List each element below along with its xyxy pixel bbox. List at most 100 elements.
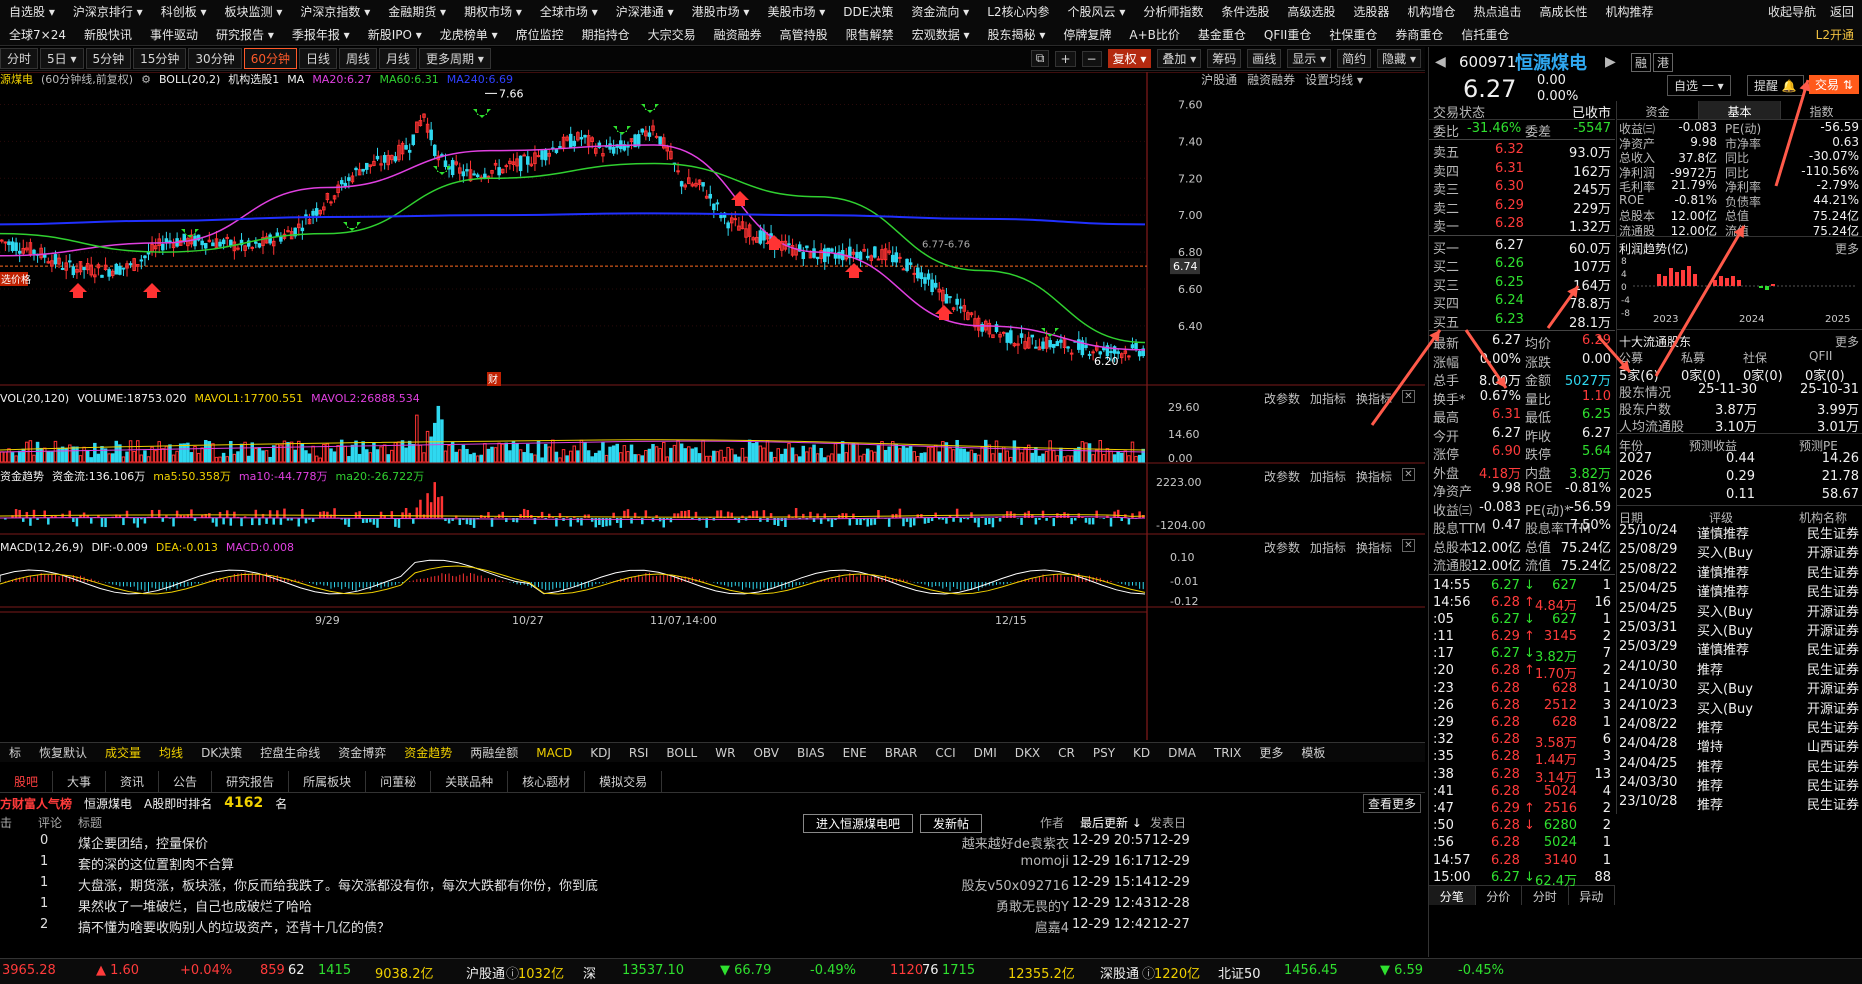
l2-open-button[interactable]: L2开通	[1816, 26, 1854, 43]
rating-row[interactable]: 25/10/24 谨慎推荐 民生证券	[1617, 523, 1862, 542]
menu-item[interactable]: 金融期货 ▾	[379, 3, 455, 20]
buy-level[interactable]: 买三 6.25 164万	[1429, 274, 1615, 294]
menu-item[interactable]: 高成长性	[1530, 3, 1596, 20]
macd-switch-indicator[interactable]: 换指标	[1356, 539, 1392, 556]
margin-link[interactable]: 融资融券	[1247, 71, 1295, 88]
menu-item[interactable]: 席位监控	[507, 26, 573, 43]
news-tab[interactable]: 核心题材	[508, 771, 586, 792]
menu-item[interactable]: 机构增仓	[1398, 3, 1464, 20]
vol-close-icon[interactable]: ✕	[1402, 390, 1415, 403]
rating-row[interactable]: 25/03/31 买入(Buy 开源证券	[1617, 620, 1862, 639]
buy-level[interactable]: 买二 6.26 107万	[1429, 255, 1615, 275]
view-more-button[interactable]: 查看更多	[1362, 793, 1421, 813]
fund-switch-indicator[interactable]: 换指标	[1356, 468, 1392, 485]
menu-item[interactable]: 全球市场 ▾	[531, 3, 607, 20]
news-row[interactable]: 1 套的深的这位置割肉不合算 momoji 12-29 16:17 12-29	[0, 852, 1425, 873]
menu-item[interactable]: 选股器	[1344, 3, 1398, 20]
news-tab[interactable]: 大事	[53, 771, 107, 792]
chart-tool-button[interactable]: 隐藏 ▾	[1377, 49, 1421, 68]
indicator-tab[interactable]: DK决策	[192, 744, 251, 761]
holders-more-link[interactable]: 更多	[1835, 333, 1859, 350]
sell-level[interactable]: 卖二 6.29 229万	[1429, 197, 1615, 217]
news-tab[interactable]: 研究报告	[212, 771, 290, 792]
watchlist-button[interactable]: 自选 一 ▾	[1667, 75, 1731, 96]
indicator-tab[interactable]: RSI	[620, 746, 658, 760]
buy-level[interactable]: 买五 6.23 28.1万	[1429, 311, 1615, 331]
news-row[interactable]: 2 搞不懂为啥要收购别人的垃圾资产，还背十几亿的债？ 扈嘉4 12-29 12:42 1…	[0, 915, 1425, 936]
chart-tool-button[interactable]: 叠加 ▾	[1157, 49, 1202, 68]
news-tab[interactable]: 问董秘	[366, 771, 432, 792]
menu-item[interactable]: 基金重仓	[1189, 26, 1255, 43]
fund-edit-params[interactable]: 改参数	[1264, 468, 1300, 485]
indicator-tab[interactable]: BRAR	[876, 746, 927, 760]
indicator-tab[interactable]: CR	[1049, 746, 1084, 760]
settings-icon[interactable]: ⚙	[141, 73, 151, 86]
hgt-link[interactable]: 沪股通	[1201, 71, 1237, 88]
period-tab[interactable]: 30分钟	[188, 48, 242, 69]
menu-item[interactable]: 信托重仓	[1452, 26, 1518, 43]
menu-item[interactable]: 条件选股	[1212, 3, 1278, 20]
period-tab[interactable]: 更多周期 ▾	[419, 48, 491, 69]
menu-item[interactable]: 港股市场 ▾	[683, 3, 759, 20]
rating-row[interactable]: 25/04/25 谨慎推荐 民生证券	[1617, 581, 1862, 600]
indicator-tab[interactable]: DKX	[1006, 746, 1049, 760]
rating-row[interactable]: 24/10/23 买入(Buy 开源证券	[1617, 698, 1862, 717]
fundamentals-tab[interactable]: 基本	[1699, 101, 1781, 119]
fund-close-icon[interactable]: ✕	[1402, 468, 1415, 481]
window-icon[interactable]: ⧉	[1030, 50, 1050, 67]
menu-item[interactable]: 券商重仓	[1386, 26, 1452, 43]
chart-tool-button[interactable]: 画线	[1247, 49, 1282, 68]
menu-item[interactable]: 热点追击	[1464, 3, 1530, 20]
sell-level[interactable]: 卖一 6.28 1.32万	[1429, 215, 1615, 235]
collapse-nav-button[interactable]: 收起导航	[1768, 3, 1816, 20]
prev-stock-icon[interactable]: ◀	[1435, 54, 1446, 70]
menu-item[interactable]: 龙虎榜单 ▾	[431, 26, 507, 43]
fundamentals-tab[interactable]: 资金	[1617, 101, 1699, 119]
back-button[interactable]: 返回	[1830, 3, 1854, 20]
menu-item[interactable]: 高管持股	[771, 26, 837, 43]
period-tab[interactable]: 周线	[339, 48, 378, 69]
menu-item[interactable]: 资金流向 ▾	[902, 3, 978, 20]
indicator-tab[interactable]: KD	[1124, 746, 1159, 760]
zoom-out-icon[interactable]: −	[1081, 50, 1102, 67]
menu-item[interactable]: 股东揭秘 ▾	[979, 26, 1055, 43]
indicator-tab[interactable]: KDJ	[581, 746, 620, 760]
sell-level[interactable]: 卖三 6.30 245万	[1429, 178, 1615, 198]
menu-item[interactable]: 季报年报 ▾	[283, 26, 359, 43]
alert-button[interactable]: 提醒 🔔	[1747, 75, 1804, 96]
buy-level[interactable]: 买一 6.27 60.0万	[1429, 237, 1615, 257]
zoom-in-icon[interactable]: +	[1055, 50, 1076, 67]
news-tab[interactable]: 公告	[159, 771, 213, 792]
menu-item[interactable]: 社保重仓	[1320, 26, 1386, 43]
vol-edit-params[interactable]: 改参数	[1264, 390, 1300, 407]
indicator-tab[interactable]: 更多	[1250, 744, 1292, 761]
indicator-tab[interactable]: DMI	[965, 746, 1006, 760]
menu-item[interactable]: 自选股 ▾	[0, 3, 64, 20]
next-stock-icon[interactable]: ▶	[1605, 54, 1616, 70]
indicator-tab[interactable]: CCI	[926, 746, 964, 760]
rating-row[interactable]: 24/04/25 推荐 民生证券	[1617, 756, 1862, 775]
hk-badge[interactable]: 港	[1653, 52, 1674, 72]
rating-row[interactable]: 25/08/22 谨慎推荐 民生证券	[1617, 562, 1862, 581]
news-tab[interactable]: 所属板块	[289, 771, 367, 792]
news-tab[interactable]: 股吧	[0, 771, 54, 792]
menu-item[interactable]: 板块监测 ▾	[216, 3, 292, 20]
tick-tab[interactable]: 分时	[1522, 885, 1569, 905]
period-tab[interactable]: 15分钟	[133, 48, 187, 69]
menu-item[interactable]: L2核心内参	[978, 3, 1058, 20]
rating-row[interactable]: 24/04/28 增持 山西证券	[1617, 736, 1862, 755]
indicator-tab[interactable]: DMA	[1159, 746, 1205, 760]
indicator-tab[interactable]: 控盘生命线	[251, 744, 329, 761]
chart-tool-button[interactable]: 复权 ▾	[1107, 49, 1152, 68]
col-updated[interactable]: 最后更新 ↓	[1080, 814, 1142, 831]
rating-row[interactable]: 25/08/29 买入(Buy 开源证券	[1617, 542, 1862, 561]
menu-item[interactable]: 大宗交易	[639, 26, 705, 43]
menu-item[interactable]: A+B比价	[1120, 26, 1189, 43]
menu-item[interactable]: 美股市场 ▾	[758, 3, 834, 20]
indicator-tab[interactable]: 均线	[150, 744, 192, 761]
indicator-tab[interactable]: 模板	[1292, 744, 1334, 761]
period-tab[interactable]: 月线	[379, 48, 418, 69]
vol-switch-indicator[interactable]: 换指标	[1356, 390, 1392, 407]
menu-item[interactable]: 研究报告 ▾	[207, 26, 283, 43]
macd-close-icon[interactable]: ✕	[1402, 539, 1415, 552]
